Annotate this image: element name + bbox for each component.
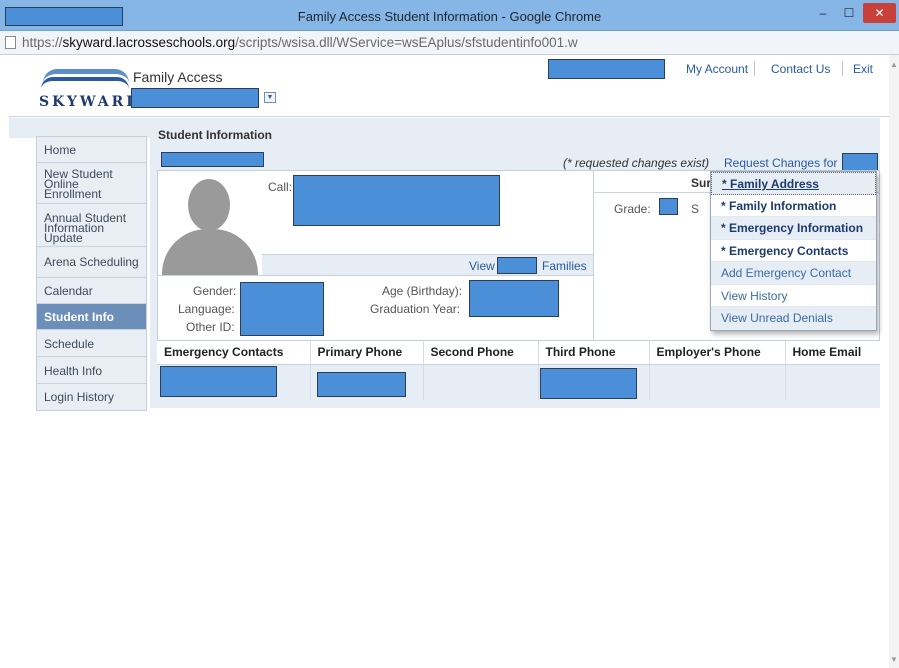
nav-divider <box>842 61 843 76</box>
address-bar[interactable]: https://skyward.lacrosseschools.org/scri… <box>0 31 899 55</box>
my-account-link[interactable]: My Account <box>686 62 748 76</box>
col-employer-phone: Employer's Phone <box>649 341 786 365</box>
grade-value-redacted <box>659 198 678 215</box>
view-link[interactable]: View <box>469 259 495 273</box>
requested-changes-note: (* requested changes exist) <box>563 156 710 170</box>
graduation-year-label: Graduation Year: <box>370 302 461 316</box>
sidebar-item-calendar[interactable]: Calendar <box>37 278 146 304</box>
chevron-down-icon[interactable]: ▼ <box>264 92 276 103</box>
sidebar-item-health-info[interactable]: Health Info <box>37 357 146 384</box>
sidebar-item-annual-update[interactable]: Annual Student Information Update <box>37 204 146 247</box>
scroll-down-icon[interactable]: ▼ <box>890 655 898 664</box>
request-changes-link[interactable]: Request Changes for <box>724 156 837 170</box>
summary-heading: Sur <box>691 176 712 190</box>
menu-item-family-information[interactable]: * Family Information <box>711 195 876 217</box>
window-titlebar: Family Access Student Information - Goog… <box>0 0 899 31</box>
col-third-phone: Third Phone <box>538 341 650 365</box>
contact-us-link[interactable]: Contact Us <box>771 62 830 76</box>
menu-item-view-history[interactable]: View History <box>711 285 876 307</box>
student-name-redacted <box>161 152 264 167</box>
demographics-redacted <box>240 282 324 336</box>
menu-item-add-emergency-contact[interactable]: Add Emergency Contact <box>711 262 876 285</box>
menu-item-family-address[interactable]: * Family Address <box>711 172 876 195</box>
close-button[interactable]: ✕ <box>863 3 896 23</box>
top-nav: My Account Contact Us Exit <box>548 59 875 79</box>
gender-label: Gender: <box>193 284 237 298</box>
language-label: Language: <box>178 302 235 316</box>
sidebar-item-schedule[interactable]: Schedule <box>37 330 146 357</box>
avatar-head-icon <box>188 179 230 231</box>
logo-swoosh-icon-2 <box>41 77 129 89</box>
employer-phone-cell <box>649 364 786 400</box>
sidebar-item-student-info[interactable]: Student Info <box>37 304 146 330</box>
third-phone-redacted <box>540 368 637 399</box>
app-title: Family Access <box>133 69 223 85</box>
nav-divider <box>754 61 755 76</box>
student-select-redacted[interactable] <box>131 88 259 108</box>
age-birthday-label: Age (Birthday): <box>382 284 463 298</box>
horizontal-divider <box>158 275 593 276</box>
page-title: Student Information <box>158 128 272 142</box>
menu-item-view-unread-denials[interactable]: View Unread Denials <box>711 307 876 330</box>
families-count-redacted[interactable] <box>497 257 537 274</box>
sidebar-item-new-student-enrollment[interactable]: New Student Online Enrollment <box>37 163 146 204</box>
call-label: Call: <box>268 180 293 194</box>
sidebar-item-login-history[interactable]: Login History <box>37 384 146 410</box>
menu-item-emergency-contacts[interactable]: * Emergency Contacts <box>711 240 876 262</box>
exit-link[interactable]: Exit <box>853 62 873 76</box>
student-photo-placeholder <box>158 171 261 275</box>
table-header-row: Emergency Contacts Primary Phone Second … <box>157 341 880 365</box>
logo-wordmark: SKYWARD <box>39 94 142 110</box>
sidebar-nav: Home New Student Online Enrollment Annua… <box>36 136 147 411</box>
col-primary-phone: Primary Phone <box>310 341 424 365</box>
user-name-redacted <box>548 59 665 79</box>
contact-name-redacted <box>160 366 277 397</box>
page-scrollbar[interactable]: ▲ ▼ <box>889 55 899 668</box>
window-title: Family Access Student Information - Goog… <box>297 9 602 24</box>
col-home-email: Home Email <box>785 341 880 365</box>
skyward-header: SKYWARD Family Access ▼ My Account Conta… <box>9 55 889 117</box>
sidebar-item-home[interactable]: Home <box>37 137 146 163</box>
maximize-button[interactable]: ☐ <box>838 3 860 23</box>
families-link[interactable]: Families <box>542 259 587 273</box>
url-text[interactable]: https://skyward.lacrosseschools.org/scri… <box>22 35 578 50</box>
minimize-button[interactable]: ‒ <box>812 3 834 23</box>
view-families-bar: View Families <box>262 254 593 275</box>
skyward-logo: SKYWARD <box>37 67 138 112</box>
vertical-divider <box>593 171 594 340</box>
second-phone-cell <box>423 364 539 400</box>
other-id-label: Other ID: <box>186 320 235 334</box>
scroll-up-icon[interactable]: ▲ <box>890 60 898 69</box>
page-icon <box>5 36 16 49</box>
summary-fragment-text: S <box>691 202 700 216</box>
grade-label: Grade: <box>614 202 651 216</box>
sidebar-item-arena-scheduling[interactable]: Arena Scheduling <box>37 247 146 278</box>
primary-phone-redacted <box>317 372 406 397</box>
age-graduation-redacted <box>469 280 559 317</box>
col-second-phone: Second Phone <box>423 341 539 365</box>
col-emergency-contacts: Emergency Contacts <box>157 341 311 365</box>
menu-item-emergency-information[interactable]: * Emergency Information <box>711 217 876 240</box>
avatar-body-icon <box>162 229 258 275</box>
request-target-redacted[interactable] <box>842 153 878 171</box>
home-email-cell <box>785 364 880 400</box>
call-info-redacted <box>293 175 500 226</box>
request-changes-menu: * Family Address * Family Information * … <box>710 171 877 331</box>
